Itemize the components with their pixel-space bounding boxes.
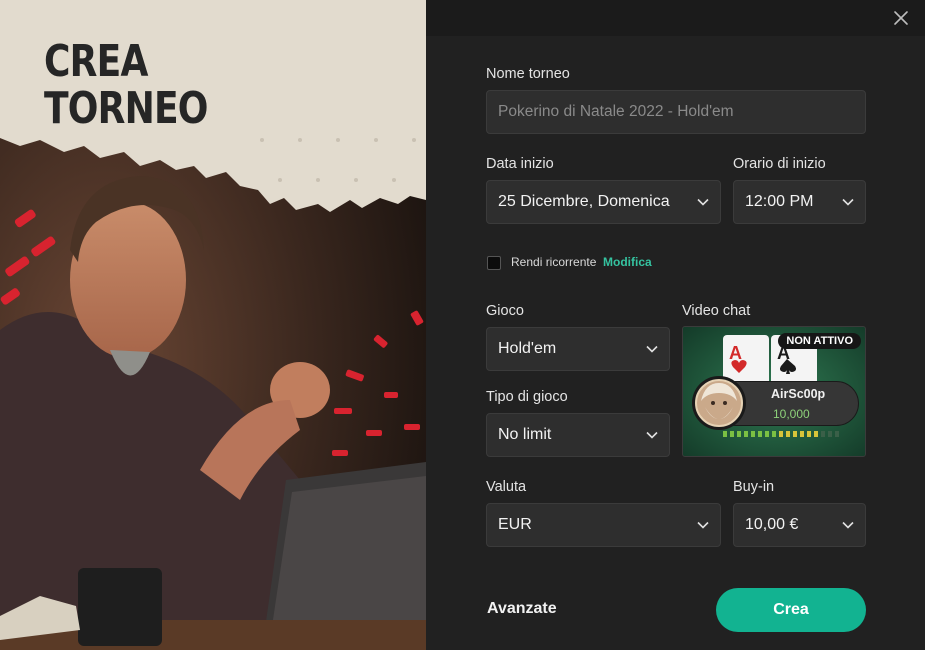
- create-button[interactable]: Crea: [716, 588, 866, 632]
- chevron-down-icon: [842, 521, 854, 529]
- hero-title-line2: TORNEO: [44, 83, 208, 134]
- player-avatar: [692, 376, 746, 430]
- hero-title-line1: CREA: [44, 36, 148, 87]
- video-chat-status-badge: NON ATTIVO: [778, 333, 861, 349]
- edit-recurring-link[interactable]: Modifica: [603, 255, 652, 269]
- currency-select[interactable]: EUR: [486, 503, 721, 547]
- start-date-value: 25 Dicembre, Domenica: [498, 193, 670, 210]
- currency-value: EUR: [498, 516, 532, 533]
- player-chips: 10,000: [773, 407, 810, 421]
- video-chat-preview[interactable]: A A NON ATTIVO AirSc00p 10,000: [682, 326, 866, 457]
- chevron-down-icon: [697, 198, 709, 206]
- recurring-checkbox[interactable]: [487, 256, 501, 270]
- recurring-label: Rendi ricorrente: [511, 255, 597, 269]
- advanced-button[interactable]: Avanzate: [487, 600, 557, 618]
- tournament-name-input[interactable]: Pokerino di Natale 2022 - Hold'em: [486, 90, 866, 134]
- game-type-value: No limit: [498, 426, 552, 443]
- game-select[interactable]: Hold'em: [486, 327, 670, 371]
- player-name: AirSc00p: [771, 387, 826, 401]
- start-date-label: Data inizio: [486, 156, 554, 172]
- start-date-select[interactable]: 25 Dicembre, Domenica: [486, 180, 721, 224]
- chevron-down-icon: [646, 345, 658, 353]
- currency-label: Valuta: [486, 479, 527, 495]
- hero-title: CREA TORNEO: [44, 38, 208, 132]
- chevron-down-icon: [697, 521, 709, 529]
- game-value: Hold'em: [498, 340, 557, 357]
- game-type-select[interactable]: No limit: [486, 413, 670, 457]
- game-type-label: Tipo di gioco: [486, 389, 568, 405]
- buy-in-select[interactable]: 10,00 €: [733, 503, 866, 547]
- svg-text:A: A: [729, 343, 742, 363]
- start-time-label: Orario di inizio: [733, 156, 826, 172]
- chevron-down-icon: [842, 198, 854, 206]
- tournament-name-label: Nome torneo: [486, 66, 570, 82]
- buy-in-value: 10,00 €: [745, 516, 799, 533]
- start-time-select[interactable]: 12:00 PM: [733, 180, 866, 224]
- start-time-value: 12:00 PM: [745, 193, 814, 210]
- close-icon[interactable]: [891, 8, 911, 28]
- tournament-name-placeholder: Pokerino di Natale 2022 - Hold'em: [498, 103, 734, 120]
- chevron-down-icon: [646, 431, 658, 439]
- hero-panel: CREA TORNEO: [0, 0, 426, 650]
- game-label: Gioco: [486, 303, 524, 319]
- buy-in-label: Buy-in: [733, 479, 775, 495]
- video-chat-label: Video chat: [682, 303, 751, 319]
- dialog-header: [426, 0, 925, 36]
